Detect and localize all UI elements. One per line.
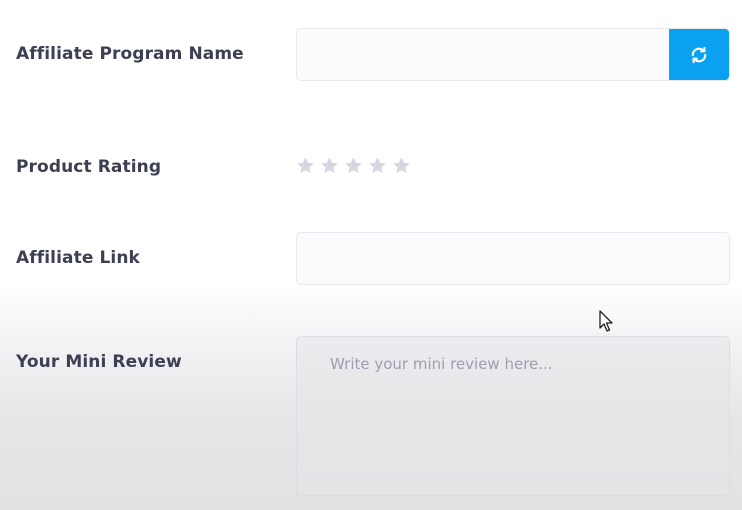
affiliate-program-name-label: Affiliate Program Name	[16, 44, 244, 64]
star-icon[interactable]	[344, 156, 363, 175]
product-rating-label: Product Rating	[16, 157, 162, 177]
affiliate-link-label: Affiliate Link	[16, 248, 140, 268]
affiliate-link-field[interactable]	[296, 232, 730, 285]
star-icon[interactable]	[392, 156, 411, 175]
mini-review-textarea[interactable]: Write your mini review here...	[296, 336, 730, 496]
product-rating-stars	[296, 156, 411, 175]
star-icon[interactable]	[368, 156, 387, 175]
refresh-button[interactable]	[669, 29, 729, 80]
refresh-icon	[691, 46, 707, 63]
star-icon[interactable]	[296, 156, 315, 175]
mini-review-placeholder: Write your mini review here...	[330, 355, 553, 373]
star-icon[interactable]	[320, 156, 339, 175]
mouse-pointer-icon	[599, 310, 613, 332]
mini-review-label: Your Mini Review	[16, 352, 182, 372]
affiliate-program-name-field[interactable]	[296, 28, 730, 81]
